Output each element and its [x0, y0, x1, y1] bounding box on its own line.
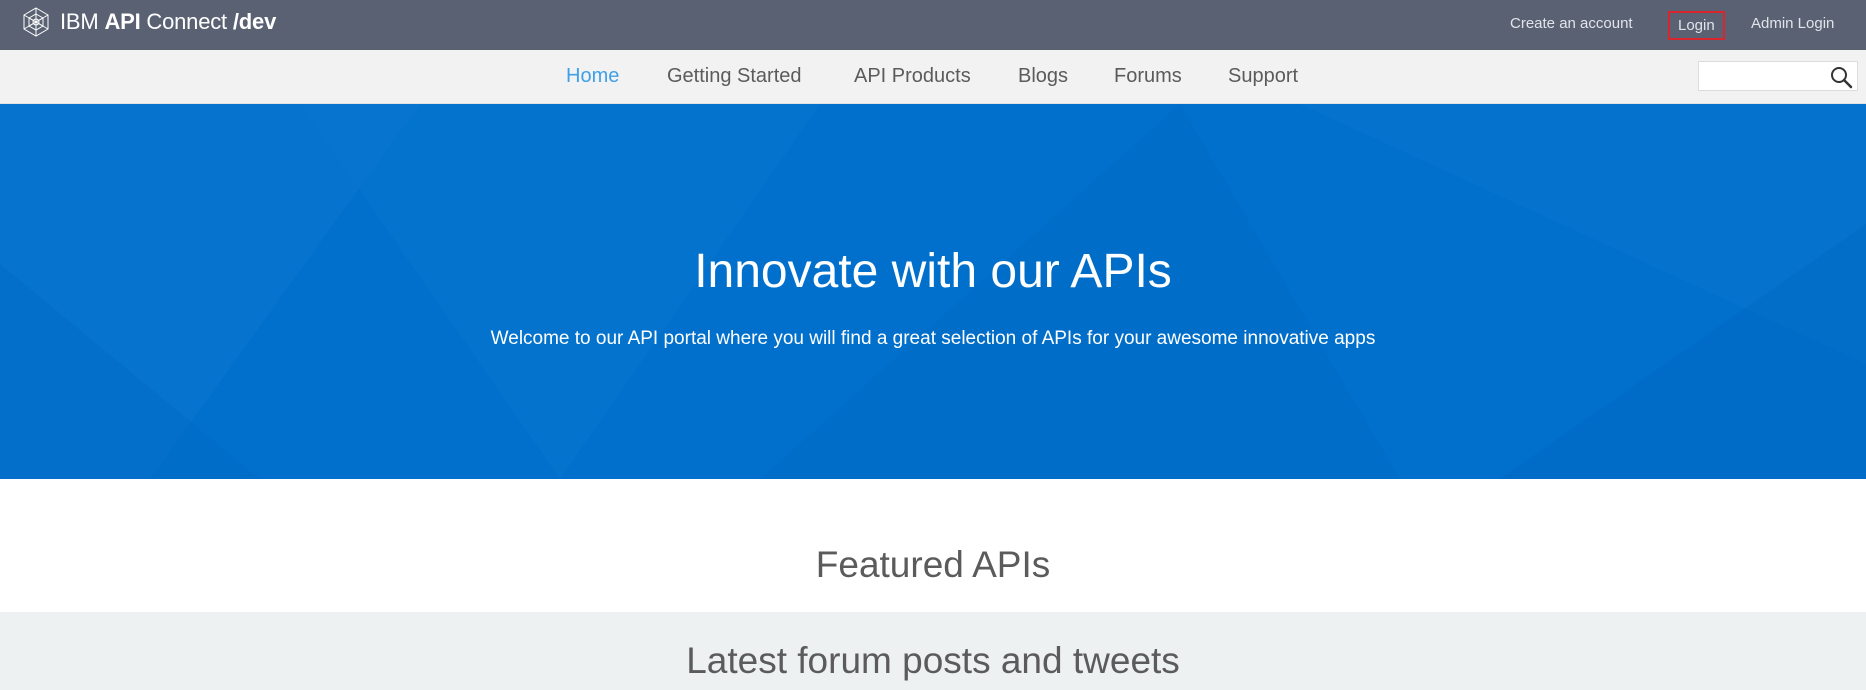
- latest-posts-heading: Latest forum posts and tweets: [686, 640, 1180, 681]
- brand-name: IBM API Connect /dev: [60, 9, 276, 35]
- featured-apis-heading: Featured APIs: [815, 544, 1051, 585]
- nav-item-home[interactable]: Home: [566, 65, 619, 88]
- admin-login-link[interactable]: Admin Login: [1751, 15, 1834, 32]
- search-icon[interactable]: [1829, 65, 1853, 89]
- nav-item-getting-started[interactable]: Getting Started: [667, 65, 802, 88]
- latest-posts-section: Latest forum posts and tweets: [0, 612, 1866, 690]
- nav-item-support[interactable]: Support: [1228, 65, 1298, 88]
- main-nav: Home Getting Started API Products Blogs …: [0, 50, 1866, 104]
- login-link[interactable]: Login: [1668, 11, 1725, 40]
- brand-dev: /dev: [232, 9, 277, 34]
- hero-subtitle: Welcome to our API portal where you will…: [490, 328, 1376, 349]
- top-bar: IBM API Connect /dev Create an account L…: [0, 0, 1866, 50]
- create-account-link[interactable]: Create an account: [1510, 15, 1633, 32]
- nav-item-blogs[interactable]: Blogs: [1018, 65, 1068, 88]
- search-input[interactable]: [1699, 62, 1827, 90]
- brand-logo-link[interactable]: IBM API Connect /dev: [20, 6, 276, 38]
- search-box: [1698, 61, 1858, 91]
- brand-api: API: [104, 9, 141, 34]
- nav-item-forums[interactable]: Forums: [1114, 65, 1182, 88]
- brand-ibm: IBM: [60, 9, 105, 34]
- featured-apis-section: Featured APIs: [0, 479, 1866, 612]
- ibm-globe-logo-icon: [23, 7, 49, 37]
- nav-item-api-products[interactable]: API Products: [854, 65, 971, 88]
- brand-connect: Connect: [140, 9, 233, 34]
- hero-banner: Innovate with our APIs Welcome to our AP…: [0, 104, 1866, 479]
- hero-title: Innovate with our APIs: [694, 245, 1172, 298]
